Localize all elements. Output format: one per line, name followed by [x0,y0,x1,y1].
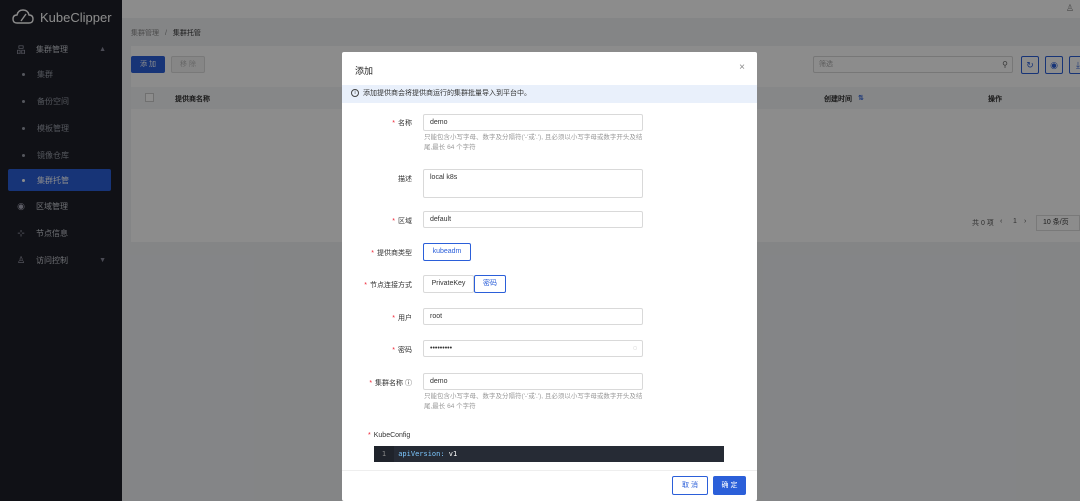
kubeconfig-label-text: KubeConfig [373,432,411,439]
modal-title: 添加 [355,66,374,76]
region-label: * 区域 [362,216,412,226]
line-number: 1 [374,446,394,462]
password-label-text: 密码 [398,347,412,354]
name-hint: 只能包含小写字母、数字及分隔符('-'或'.'), 且必须以小写字母或数字开头及… [424,134,643,151]
name-label: * 名称 [362,118,412,128]
close-icon[interactable]: × [739,62,745,73]
password-input[interactable]: ••••••••• ◌ [423,340,643,357]
cluster-name-input[interactable]: demo [423,373,643,390]
confirm-button[interactable]: 确 定 [713,476,746,495]
provider-type-label-text: 提供商类型 [377,250,412,257]
cluster-name-label-text: 集群名称 [375,380,404,387]
required-mark: * [371,250,374,257]
region-select[interactable]: default [423,211,643,228]
code-key: apiVersion: [398,450,445,458]
cluster-name-label: * 集群名称 ⓘ [352,378,412,388]
password-value: ••••••••• [430,345,453,352]
user-label: * 用户 [362,313,412,323]
kubeconfig-label: * KubeConfig [368,432,418,439]
required-mark: * [392,120,395,127]
name-label-text: 名称 [398,120,412,127]
password-label: * 密码 [362,345,412,355]
cancel-button[interactable]: 取 消 [672,476,708,495]
connection-method-label-text: 节点连接方式 [370,282,412,289]
required-mark: * [392,347,395,354]
info-banner: i 添加提供商会将提供商运行的集群批量导入到平台中。 [342,85,757,103]
provider-type-kubeadm[interactable]: kubeadm [423,243,471,261]
connection-privatekey[interactable]: PrivateKey [423,275,474,293]
add-provider-modal: 添加 × i 添加提供商会将提供商运行的集群批量导入到平台中。 * 名称 demo … [342,52,757,501]
name-input[interactable]: demo [423,114,643,131]
provider-type-label: * 提供商类型 [352,248,412,258]
description-textarea[interactable]: local k8s [423,169,643,198]
eye-off-icon[interactable]: ◌ [633,341,637,356]
description-label: 描述 [398,176,412,183]
required-mark: * [392,315,395,322]
user-label-text: 用户 [398,315,412,322]
required-mark: * [392,218,395,225]
required-mark: * [368,432,371,439]
info-text: 添加提供商会将提供商运行的集群批量导入到平台中。 [363,90,531,97]
code-value: v1 [444,450,458,458]
help-icon[interactable]: ⓘ [405,380,412,387]
kubeconfig-editor[interactable]: 1 apiVersion: v1 [374,446,724,462]
info-icon: i [351,89,359,98]
region-label-text: 区域 [398,218,412,225]
connection-method-label: * 节点连接方式 [347,280,412,290]
footer-divider [342,470,757,471]
user-input[interactable]: root [423,308,643,325]
required-mark: * [369,380,373,387]
required-mark: * [364,282,367,289]
connection-password[interactable]: 密码 [474,275,506,293]
cluster-name-hint: 只能包含小写字母、数字及分隔符('-'或'.'), 且必须以小写字母或数字开头及… [424,393,643,410]
